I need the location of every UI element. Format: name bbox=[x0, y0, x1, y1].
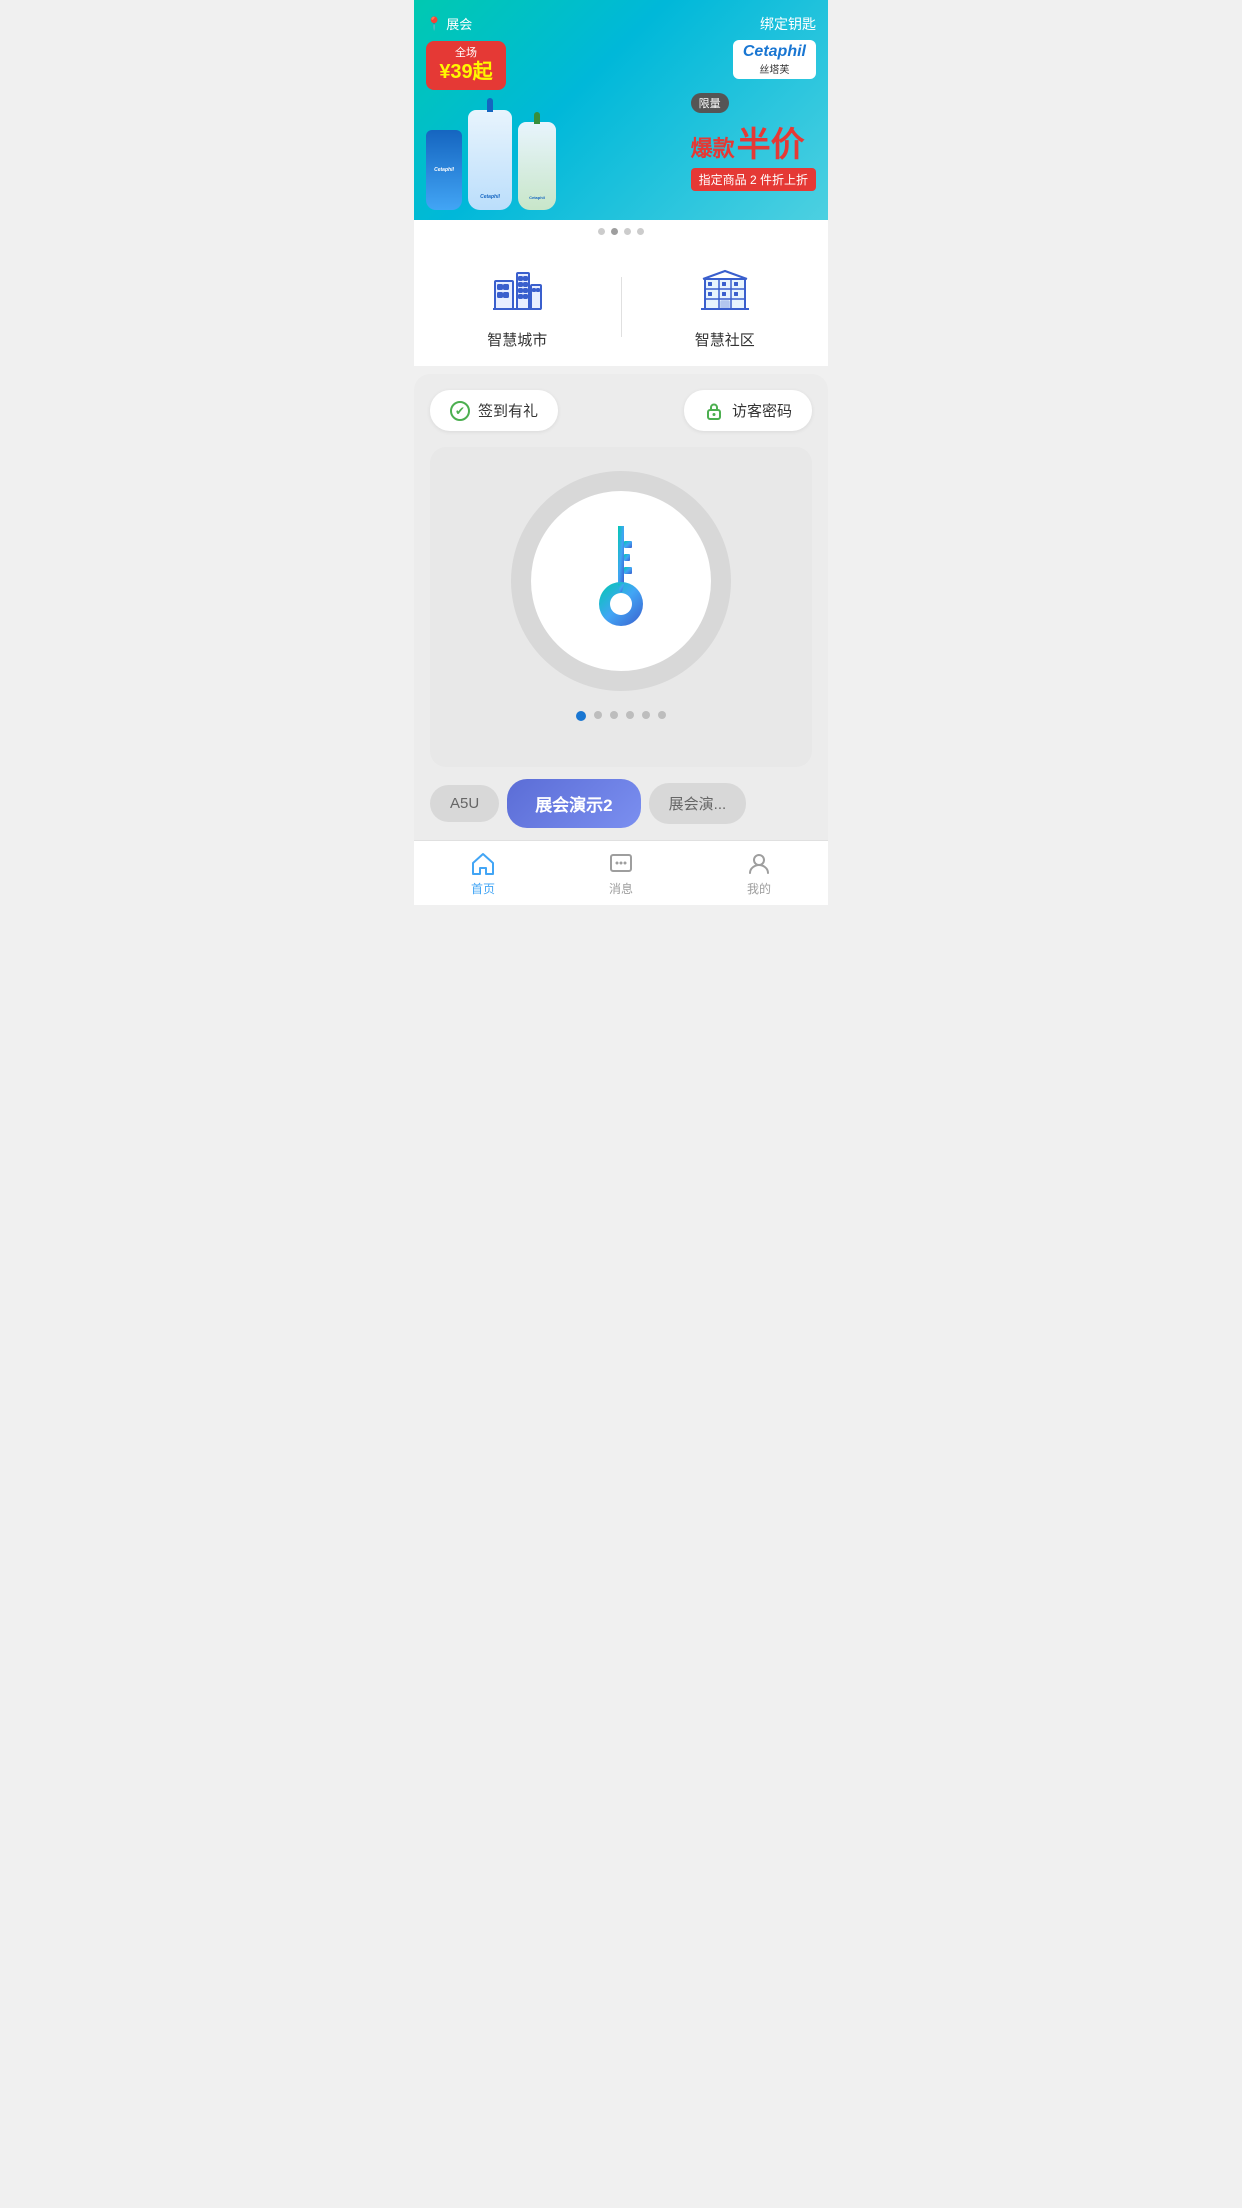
banner-price: ¥39起 bbox=[436, 60, 496, 84]
banner-quanchang: 全场 bbox=[436, 47, 496, 60]
cdot-2[interactable] bbox=[610, 711, 618, 719]
banner-sale-sub: 指定商品 2 件折上折 bbox=[691, 168, 816, 191]
location-icon: 📍 bbox=[426, 16, 442, 32]
smart-community-label: 智慧社区 bbox=[695, 329, 755, 350]
nav-message[interactable]: 消息 bbox=[552, 841, 690, 905]
home-icon bbox=[470, 851, 496, 877]
cdot-0[interactable] bbox=[576, 711, 586, 721]
tab-show2[interactable]: 展会演示2 bbox=[507, 779, 640, 828]
banner-dots bbox=[414, 220, 828, 243]
key-circle-inner bbox=[531, 491, 711, 671]
person-icon bbox=[746, 851, 772, 877]
smart-city-icon bbox=[489, 263, 545, 319]
banner-price-badge: 全场 ¥39起 bbox=[426, 41, 506, 90]
nav-mine[interactable]: 我的 bbox=[690, 841, 828, 905]
carousel-dots bbox=[576, 711, 666, 721]
banner-sale-block: 限量 爆款 半价 指定商品 2 件折上折 bbox=[691, 93, 816, 191]
message-icon bbox=[608, 851, 634, 877]
nav-home[interactable]: 首页 bbox=[414, 841, 552, 905]
checkin-button[interactable]: ✔ 签到有礼 bbox=[430, 390, 558, 431]
banner-brand: Cetaphil 丝塔芙 bbox=[733, 40, 816, 79]
action-row: ✔ 签到有礼 访客密码 bbox=[430, 390, 812, 431]
banner-banjia: 半价 bbox=[737, 117, 805, 166]
category-smart-community[interactable]: 智慧社区 bbox=[622, 263, 829, 350]
bottom-nav: 首页 消息 我的 bbox=[414, 840, 828, 905]
cetaphil-sub: 丝塔芙 bbox=[743, 61, 806, 76]
tab-a5u[interactable]: A5U bbox=[430, 785, 499, 822]
tab-show3[interactable]: 展会演... bbox=[649, 783, 747, 824]
banner: 📍 展会 全场 ¥39起 Cetaphil Cetaphil Cetaphil bbox=[414, 0, 828, 220]
smart-city-label: 智慧城市 bbox=[487, 329, 547, 350]
checkin-label: 签到有礼 bbox=[478, 400, 538, 421]
visitor-code-label: 访客密码 bbox=[732, 400, 792, 421]
banner-dot-1[interactable] bbox=[611, 228, 618, 235]
cdot-3[interactable] bbox=[626, 711, 634, 719]
banner-location: 📍 展会 bbox=[426, 14, 568, 33]
checkin-icon: ✔ bbox=[450, 401, 470, 421]
banner-bind-key[interactable]: 绑定钥匙 bbox=[760, 14, 816, 34]
cdot-4[interactable] bbox=[642, 711, 650, 719]
category-section: 智慧城市 bbox=[414, 243, 828, 366]
key-circle-outer bbox=[511, 471, 731, 691]
banner-dot-0[interactable] bbox=[598, 228, 605, 235]
banner-baokuan: 爆款 bbox=[691, 131, 735, 163]
visitor-code-button[interactable]: 访客密码 bbox=[684, 390, 812, 431]
cetaphil-logo: Cetaphil bbox=[743, 43, 806, 61]
key-carousel bbox=[430, 447, 812, 767]
banner-dot-3[interactable] bbox=[637, 228, 644, 235]
smart-community-icon bbox=[697, 263, 753, 319]
cdot-1[interactable] bbox=[594, 711, 602, 719]
lock-icon bbox=[704, 401, 724, 421]
banner-dot-2[interactable] bbox=[624, 228, 631, 235]
category-smart-city[interactable]: 智慧城市 bbox=[414, 263, 621, 350]
banner-limited: 限量 bbox=[691, 93, 729, 113]
nav-mine-label: 我的 bbox=[747, 880, 771, 897]
nav-home-label: 首页 bbox=[471, 880, 495, 897]
main-section: ✔ 签到有礼 访客密码 bbox=[414, 374, 828, 767]
nav-message-label: 消息 bbox=[609, 880, 633, 897]
tabs-row: A5U 展会演示2 展会演... bbox=[414, 767, 828, 840]
cdot-5[interactable] bbox=[658, 711, 666, 719]
